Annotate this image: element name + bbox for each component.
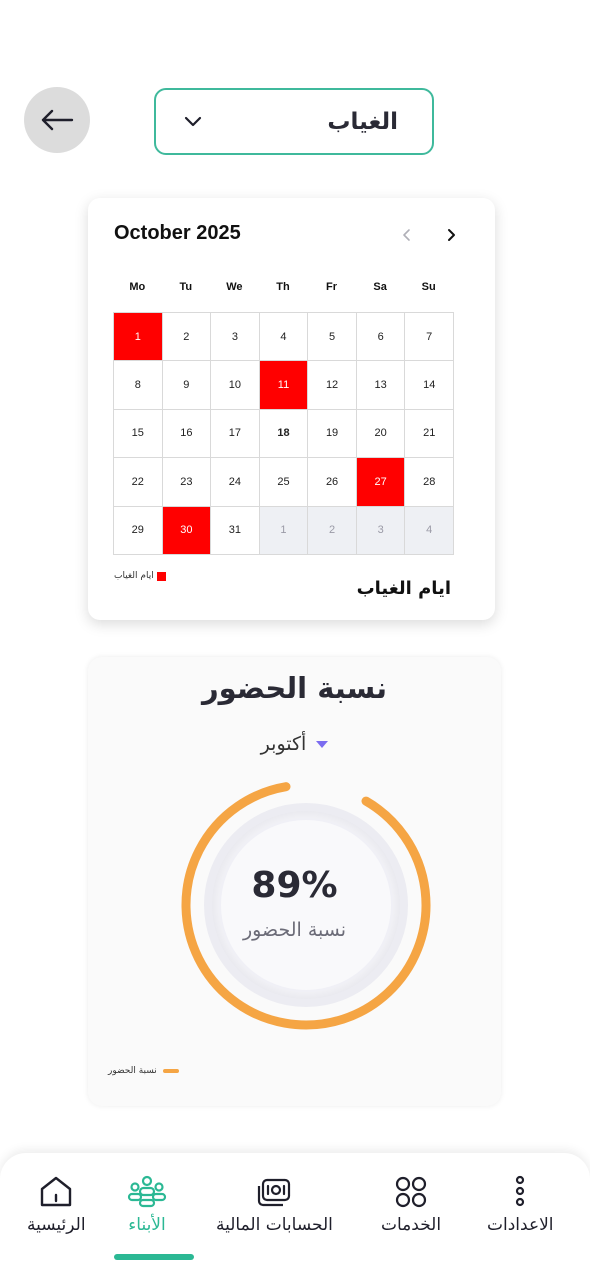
calendar-day-absent[interactable]: 27 — [356, 458, 406, 507]
weekday-label: We — [226, 281, 243, 293]
calendar-day[interactable]: 25 — [259, 458, 309, 507]
next-month-button[interactable] — [440, 224, 462, 246]
nav-item-finance[interactable]: الحسابات المالية — [216, 1175, 333, 1235]
calendar-day[interactable]: 9 — [162, 361, 212, 410]
calendar-grid: 1 2 3 4 5 6 7 8 9 10 11 12 13 14 15 16 17 18 19 20 21 22 23 24 2… — [113, 312, 454, 555]
attendance-percent-label: نسبة الحضور — [243, 919, 346, 941]
calendar-day[interactable]: 18 — [259, 409, 309, 459]
weekday-label: Th — [276, 281, 290, 293]
weekday-header: Mo Tu We Th Fr Sa Su — [113, 281, 453, 293]
absence-calendar-card: October 2025 Mo Tu We Th Fr Sa Su 123456… — [88, 198, 495, 620]
calendar-day[interactable]: 7 — [405, 313, 454, 362]
calendar-day[interactable]: 29 — [114, 506, 163, 555]
back-button[interactable] — [24, 87, 90, 153]
calendar-day-outside-month[interactable]: 3 — [356, 506, 406, 555]
legend-swatch — [156, 571, 166, 581]
weekday-label: Mo — [129, 281, 146, 293]
calendar-day[interactable]: 3 — [211, 313, 260, 362]
prev-month-button[interactable] — [396, 224, 418, 246]
calendar-day[interactable]: 2 — [162, 313, 212, 362]
nav-item-home[interactable]: الرئيسية — [27, 1175, 86, 1235]
calendar-day[interactable]: 10 — [211, 361, 260, 410]
arrow-left-icon — [41, 109, 74, 131]
calendar-day-absent[interactable]: 11 — [259, 361, 309, 410]
active-tab-indicator — [114, 1254, 194, 1260]
calendar-day[interactable]: 22 — [114, 458, 163, 507]
calendar-day[interactable]: 16 — [162, 409, 212, 459]
attendance-legend: نسبة الحضور — [108, 1066, 179, 1076]
attendance-percent: 89% — [251, 865, 338, 906]
attendance-title: نسبة الحضور — [201, 671, 388, 705]
calendar-month-title: October 2025 — [114, 222, 241, 244]
nav-label: الأبناء — [128, 1215, 166, 1235]
calendar-day[interactable]: 13 — [356, 361, 406, 410]
calendar-day[interactable]: 28 — [405, 458, 454, 507]
calendar-day[interactable]: 31 — [211, 506, 260, 555]
calendar-day[interactable]: 20 — [356, 409, 406, 459]
chevron-left-icon — [403, 229, 410, 241]
grid-icon — [395, 1176, 427, 1208]
more-vertical-icon — [516, 1175, 525, 1207]
dropdown-value: الغياب — [327, 108, 398, 135]
absence-days-title: ايام الغياب — [356, 578, 451, 599]
legend-label: نسبة الحضور — [108, 1066, 157, 1076]
calendar-day[interactable]: 19 — [308, 409, 357, 459]
caret-down-icon — [316, 740, 329, 748]
attendance-card: نسبة الحضور أكتوبر 89% نسبة الحضور نسبة … — [88, 657, 501, 1106]
calendar-day[interactable]: 26 — [308, 458, 357, 507]
calendar-legend: ايام الغياب — [114, 571, 166, 581]
calendar-day[interactable]: 14 — [405, 361, 454, 410]
home-icon — [41, 1176, 72, 1207]
calendar-day[interactable]: 15 — [114, 409, 163, 459]
legend-line — [162, 1069, 179, 1073]
nav-label: الحسابات المالية — [216, 1215, 333, 1235]
report-type-dropdown[interactable]: الغياب — [154, 88, 434, 155]
calendar-day[interactable]: 17 — [211, 409, 260, 459]
calendar-day-absent[interactable]: 1 — [114, 313, 163, 362]
calendar-day-absent[interactable]: 30 — [162, 506, 212, 555]
children-icon — [127, 1175, 167, 1208]
nav-label: الاعدادات — [487, 1215, 554, 1235]
calendar-day[interactable]: 21 — [405, 409, 454, 459]
calendar-day[interactable]: 23 — [162, 458, 212, 507]
weekday-label: Fr — [326, 281, 338, 293]
nav-label: الخدمات — [381, 1215, 442, 1235]
weekday-label: Sa — [373, 281, 387, 293]
month-label: أكتوبر — [260, 733, 307, 755]
nav-item-settings[interactable]: الاعدادات — [487, 1175, 554, 1235]
nav-label: الرئيسية — [27, 1215, 86, 1235]
bottom-navigation: الرئيسية الأبناء الحسابات المالية الخدما… — [0, 1153, 590, 1280]
calendar-day[interactable]: 8 — [114, 361, 163, 410]
calendar-day[interactable]: 5 — [308, 313, 357, 362]
legend-label: ايام الغياب — [114, 571, 154, 581]
money-icon — [258, 1178, 291, 1207]
month-selector[interactable]: أكتوبر — [88, 733, 501, 755]
calendar-day[interactable]: 6 — [356, 313, 406, 362]
calendar-day[interactable]: 24 — [211, 458, 260, 507]
calendar-day-outside-month[interactable]: 1 — [259, 506, 309, 555]
weekday-label: Su — [421, 281, 436, 293]
calendar-day-outside-month[interactable]: 2 — [308, 506, 357, 555]
chevron-down-icon — [184, 116, 202, 126]
nav-item-children[interactable]: الأبناء — [127, 1175, 167, 1235]
calendar-day[interactable]: 4 — [259, 313, 309, 362]
nav-item-services[interactable]: الخدمات — [381, 1175, 441, 1235]
calendar-day[interactable]: 12 — [308, 361, 357, 410]
chevron-right-icon — [448, 229, 455, 241]
calendar-day-outside-month[interactable]: 4 — [405, 506, 454, 555]
weekday-label: Tu — [179, 281, 193, 293]
